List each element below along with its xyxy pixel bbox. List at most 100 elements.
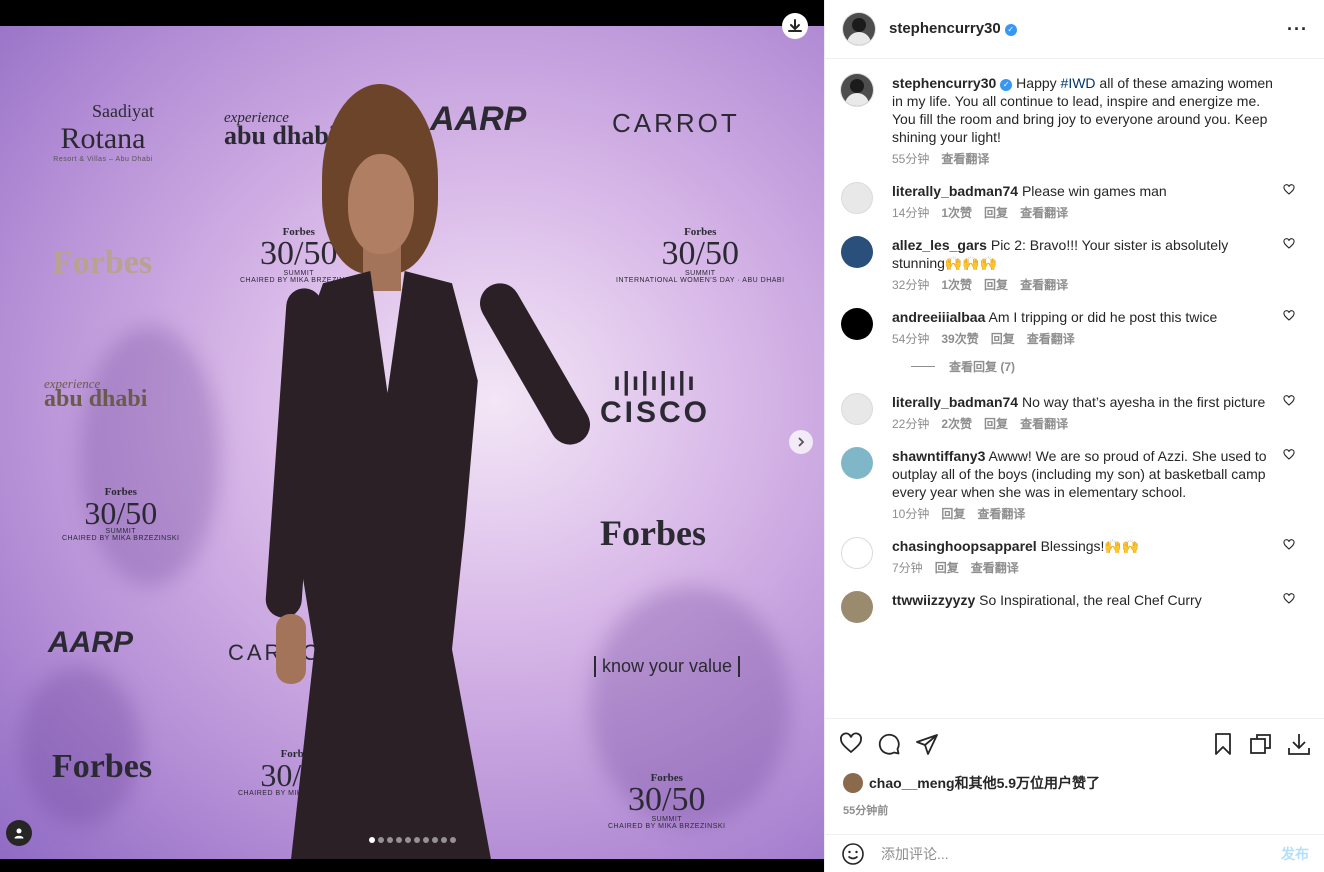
comment-text: Am I tripping or did he post this twice — [988, 309, 1218, 325]
copy-button[interactable] — [1249, 732, 1273, 756]
caption-time[interactable]: 55分钟 — [892, 150, 929, 168]
heart-icon[interactable] — [1283, 310, 1295, 322]
download-button[interactable] — [1287, 732, 1311, 756]
likes-count[interactable]: 和其他5.9万位用户赞了 — [955, 773, 1100, 793]
copy-icon — [1250, 733, 1271, 754]
heart-icon[interactable] — [1283, 593, 1295, 605]
comment-likes[interactable]: 1次赞 — [941, 276, 972, 294]
avatar[interactable] — [841, 591, 873, 623]
comment-username[interactable]: andreeiiialbaa — [892, 309, 985, 325]
avatar[interactable] — [843, 773, 863, 793]
comment-text: Blessings!🙌🙌 — [1040, 538, 1140, 554]
post-header: stephencurry30 ✓ ··· — [825, 0, 1324, 59]
comment-icon — [878, 733, 900, 755]
avatar[interactable] — [841, 236, 873, 268]
heart-icon[interactable] — [1283, 449, 1295, 461]
caption-text: Happy — [1016, 75, 1061, 91]
comment-row: ttwwiizzyyzy So Inspirational, the real … — [841, 591, 1309, 623]
carousel-dot[interactable] — [449, 837, 456, 843]
likes-summary[interactable]: chao__meng 和其他5.9万位用户赞了 — [843, 773, 1100, 793]
comment-likes[interactable]: 39次赞 — [941, 330, 978, 348]
next-image-button[interactable] — [789, 430, 813, 454]
avatar[interactable] — [841, 308, 873, 340]
reply-button[interactable]: 回复 — [984, 276, 1008, 294]
comment-time[interactable]: 7分钟 — [892, 559, 923, 577]
comment-username[interactable]: literally_badman74 — [892, 394, 1018, 410]
reply-button[interactable]: 回复 — [984, 415, 1008, 433]
comment-time[interactable]: 54分钟 — [892, 330, 929, 348]
reply-button[interactable]: 回复 — [991, 330, 1015, 348]
more-options-icon[interactable]: ··· — [1287, 19, 1308, 40]
comment-input[interactable] — [881, 845, 1281, 862]
share-button[interactable] — [915, 732, 939, 756]
comments-list[interactable]: stephencurry30 ✓ Happy #IWD all of these … — [825, 60, 1324, 712]
post-photo[interactable]: Saadiyat Rotana Resort & Villas – Abu Dh… — [0, 26, 824, 859]
translate-button[interactable]: 查看翻译 — [1027, 330, 1075, 348]
liker-username[interactable]: chao__meng — [869, 775, 955, 791]
comment-time[interactable]: 10分钟 — [892, 505, 929, 523]
carousel-dot[interactable] — [368, 837, 375, 843]
heart-icon[interactable] — [1283, 184, 1295, 196]
comment-username[interactable]: shawntiffany3 — [892, 448, 985, 464]
sponsor-summit: Forbes 30/50 SUMMIT CHAIRED BY MIKA BRZE… — [608, 772, 726, 830]
post-sidebar: stephencurry30 ✓ ··· stephencurry30 ✓ Happ… — [824, 0, 1324, 872]
carousel-dot[interactable] — [440, 837, 447, 843]
sponsor-know-your-value: know your value — [594, 656, 741, 677]
carousel-dot[interactable] — [377, 837, 384, 843]
comment-username[interactable]: allez_les_gars — [892, 237, 987, 253]
comment-button[interactable] — [877, 732, 901, 756]
download-icon — [1288, 733, 1310, 755]
heart-icon[interactable] — [1283, 395, 1295, 407]
like-button[interactable] — [839, 732, 863, 756]
hashtag-link[interactable]: #IWD — [1061, 75, 1096, 91]
view-replies-button[interactable]: 查看回复 (7) — [911, 358, 1309, 375]
avatar[interactable] — [841, 74, 873, 106]
heart-icon[interactable] — [1283, 539, 1295, 551]
cisco-bars-icon: ı|ı|ı|ı|ı — [613, 366, 697, 396]
reply-button[interactable]: 回复 — [984, 204, 1008, 222]
avatar[interactable] — [841, 182, 873, 214]
carousel-dot[interactable] — [404, 837, 411, 843]
divider — [911, 366, 935, 367]
carousel-dot[interactable] — [386, 837, 393, 843]
author-username[interactable]: stephencurry30 — [889, 20, 1001, 37]
post-timestamp[interactable]: 55分钟前 — [843, 802, 888, 818]
translate-button[interactable]: 查看翻译 — [1020, 276, 1068, 294]
comment-likes[interactable]: 1次赞 — [941, 204, 972, 222]
avatar[interactable] — [841, 447, 873, 479]
comment-likes[interactable]: 2次赞 — [941, 415, 972, 433]
avatar[interactable] — [841, 393, 873, 425]
comment-username[interactable]: chasinghoopsapparel — [892, 538, 1037, 554]
comment-username[interactable]: literally_badman74 — [892, 183, 1018, 199]
translate-button[interactable]: 查看翻译 — [941, 150, 989, 168]
avatar[interactable] — [841, 537, 873, 569]
carousel-dot[interactable] — [431, 837, 438, 843]
emoji-icon[interactable] — [841, 842, 865, 866]
download-icon — [788, 19, 802, 32]
comment-time[interactable]: 32分钟 — [892, 276, 929, 294]
caption-username[interactable]: stephencurry30 — [892, 75, 996, 91]
save-button[interactable] — [1211, 732, 1235, 756]
carousel-dot[interactable] — [395, 837, 402, 843]
translate-button[interactable]: 查看翻译 — [1020, 204, 1068, 222]
download-button[interactable] — [782, 13, 808, 39]
reply-button[interactable]: 回复 — [941, 505, 965, 523]
carousel-dot[interactable] — [413, 837, 420, 843]
post-caption: stephencurry30 ✓ Happy #IWD all of these … — [841, 74, 1309, 168]
comment-thread: literally_badman74 Please win games man 1… — [841, 182, 1309, 623]
post-media: Saadiyat Rotana Resort & Villas – Abu Dh… — [0, 0, 824, 872]
avatar[interactable] — [843, 13, 875, 45]
comment-row: shawntiffany3 Awww! We are so proud of A… — [841, 447, 1309, 523]
translate-button[interactable]: 查看翻译 — [971, 559, 1019, 577]
post-comment-button[interactable]: 发布 — [1281, 844, 1309, 864]
sponsor-forbes: Forbes — [52, 244, 153, 281]
comment-username[interactable]: ttwwiizzyyzy — [892, 592, 975, 608]
comment-time[interactable]: 22分钟 — [892, 415, 929, 433]
heart-icon[interactable] — [1283, 238, 1295, 250]
translate-button[interactable]: 查看翻译 — [1020, 415, 1068, 433]
comment-time[interactable]: 14分钟 — [892, 204, 929, 222]
translate-button[interactable]: 查看翻译 — [977, 505, 1025, 523]
carousel-dot[interactable] — [422, 837, 429, 843]
verified-badge-icon: ✓ — [1004, 24, 1017, 36]
reply-button[interactable]: 回复 — [935, 559, 959, 577]
